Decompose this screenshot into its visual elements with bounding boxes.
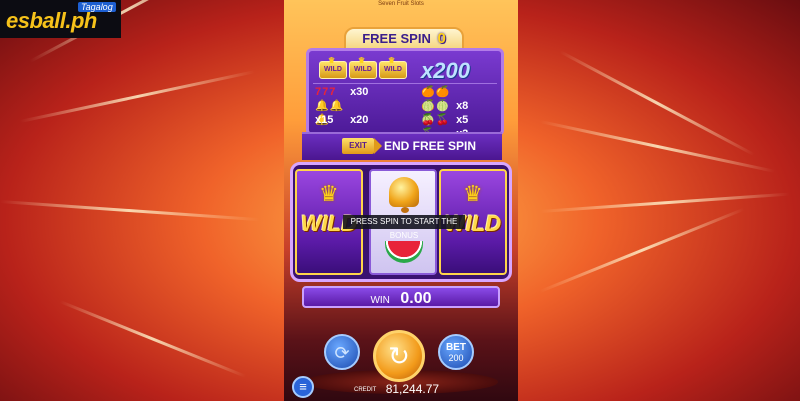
bet-value: 200 — [448, 353, 464, 363]
credit-display: CREDIT 81,244.77 — [354, 382, 474, 396]
win-value: 0.00 — [400, 290, 432, 307]
bonus-message: PRESS SPIN TO START THE BONUS — [343, 215, 465, 240]
auto-spin-button[interactable]: ⟳ — [324, 334, 360, 370]
bet-button[interactable]: BET 200 — [438, 334, 474, 370]
paytable-line: 🍒🍒🍒 x2 — [421, 113, 468, 140]
bet-label: BET — [446, 342, 466, 353]
wild-symbol-icon: WILD — [319, 53, 347, 79]
reel-window: ♛ WILD ♛ WILD PRESS SPIN TO START THE BO… — [290, 162, 512, 282]
spin-button[interactable]: ↻ — [373, 330, 425, 382]
game-title: Seven Fruit Slots — [378, 1, 424, 7]
credit-value: 81,244.77 — [385, 382, 440, 396]
watermelon-icon — [385, 241, 423, 263]
paytable-line: 🍈🍈🍈 x5 — [421, 99, 468, 126]
paytable-mult: x15 — [315, 114, 334, 126]
paytable-line: 🍊🍊🍊 x8 — [421, 85, 468, 112]
paytable-mult: x30 — [350, 86, 369, 98]
wild-multiplier: x200 — [421, 58, 470, 83]
paytable: WILD WILD WILD x200 777 x30 🔔🔔🔔 x20 🍉🍉🍉 … — [306, 48, 504, 210]
win-display: WIN 0.00 — [302, 286, 500, 308]
auto-spin-icon: ⟳ — [334, 343, 350, 363]
menu-icon: ≡ — [299, 379, 307, 394]
free-spin-count: 0 — [437, 30, 446, 47]
crown-icon: ♛ — [319, 181, 339, 206]
exit-button[interactable]: EXIT — [342, 138, 382, 154]
end-free-spin-bar: EXIT END FREE SPIN — [302, 132, 502, 160]
credit-label: CREDIT — [354, 386, 377, 393]
site-logo: esball.ph Tagalog — [0, 0, 121, 38]
paytable-line: 🍉🍉🍉 x15 — [315, 113, 361, 210]
logo-tag: Tagalog — [78, 2, 116, 12]
seven-icon: 777 — [315, 86, 337, 98]
paytable-mult: x20 — [350, 114, 369, 126]
slot-game-panel: Seven Fruit Slots FREE SPIN 0 WILD WILD … — [284, 0, 518, 401]
bell-icon — [389, 177, 419, 213]
paytable-line: 777 x30 — [315, 85, 368, 99]
free-spin-label: FREE SPIN — [362, 31, 431, 46]
paytable-wild-row: WILD WILD WILD x200 — [313, 53, 497, 84]
end-free-spin-label[interactable]: END FREE SPIN — [384, 139, 476, 153]
refresh-icon: ↻ — [388, 341, 410, 371]
wild-symbol-icon: WILD — [349, 53, 377, 79]
menu-button[interactable]: ≡ — [292, 376, 314, 398]
crown-icon: ♛ — [463, 181, 483, 206]
wild-symbol-icon: WILD — [379, 53, 407, 79]
win-label: WIN — [370, 295, 390, 306]
paytable-line: 🔔🔔🔔 x20 — [315, 99, 368, 126]
